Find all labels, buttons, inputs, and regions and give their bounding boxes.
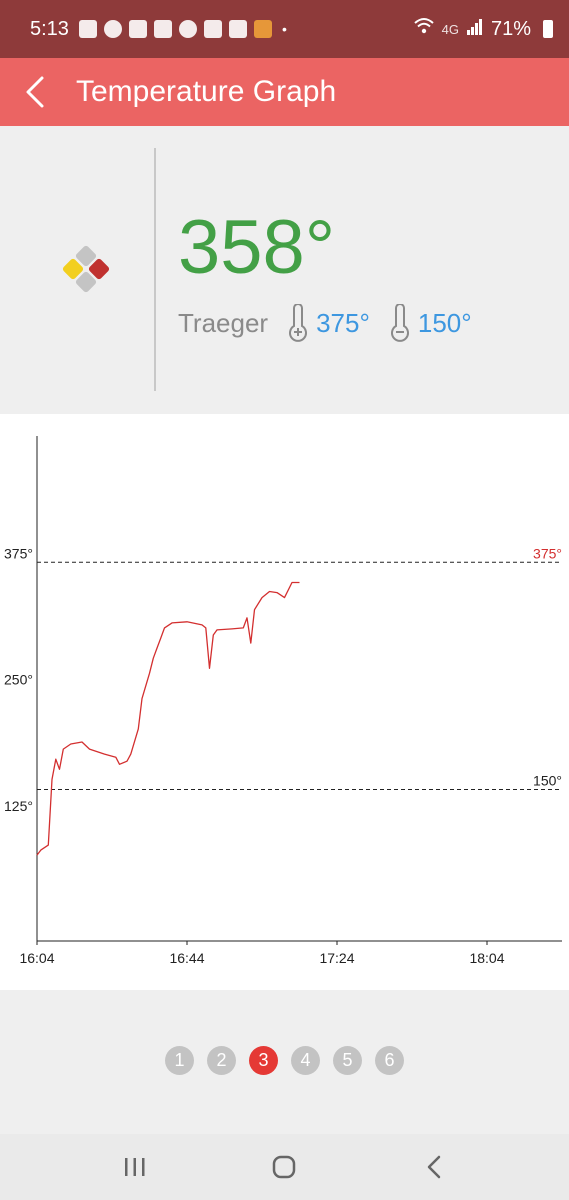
status-right: 4G 71% <box>413 17 553 41</box>
x-tick-label: 16:44 <box>169 950 204 966</box>
system-nav-bar <box>0 1134 569 1200</box>
probe-info-row: Traeger 375° 150° <box>178 300 490 346</box>
status-time: 5:13 <box>30 17 69 40</box>
t-app-icon <box>153 20 172 38</box>
header-divider <box>154 148 156 391</box>
page-indicator: 123456 <box>0 1046 569 1078</box>
back-arrow-icon <box>427 1155 441 1179</box>
low-target-temp[interactable]: 150° <box>418 308 472 339</box>
app-bar: Temperature Graph <box>0 58 569 126</box>
imdb-icon <box>203 20 222 38</box>
recent-apps-button[interactable] <box>105 1142 165 1192</box>
recent-apps-icon <box>124 1158 145 1176</box>
low-limit-label: 150° <box>533 773 562 789</box>
page-dot-1[interactable]: 1 <box>165 1046 194 1075</box>
x-tick-label: 18:04 <box>469 950 504 966</box>
x-tick-label: 16:04 <box>19 950 54 966</box>
notification-icons <box>78 20 272 38</box>
grill-icon <box>128 20 147 38</box>
venmo-icon <box>228 20 247 38</box>
home-button[interactable] <box>254 1142 314 1192</box>
signal-icon <box>466 18 483 41</box>
page-dot-6[interactable]: 6 <box>375 1046 404 1075</box>
battery-icon <box>543 20 553 38</box>
page-dot-4[interactable]: 4 <box>291 1046 320 1075</box>
status-bar: 5:13 • 4G 71% <box>0 0 569 58</box>
high-limit-label: 375° <box>533 545 562 561</box>
home-icon <box>273 1155 296 1179</box>
network-type: 4G <box>441 21 459 37</box>
battery-percent: 71% <box>490 17 531 40</box>
probe-name: Traeger <box>178 307 269 338</box>
y-tick-label: 375° <box>4 545 33 561</box>
chevron-left-icon <box>26 76 44 108</box>
map-pin-icon <box>178 20 197 38</box>
current-temperature: 358° <box>178 205 336 290</box>
page-dot-5[interactable]: 5 <box>333 1046 362 1075</box>
facebook-icon <box>103 20 122 38</box>
page-dot-2[interactable]: 2 <box>207 1046 236 1075</box>
y-tick-label: 250° <box>4 672 33 688</box>
system-back-button[interactable] <box>404 1142 464 1192</box>
bbq-app-icon <box>253 20 272 38</box>
probe-color-logo <box>62 245 110 293</box>
message-icon <box>78 20 97 38</box>
high-target-temp[interactable]: 375° <box>316 308 370 339</box>
chart-svg: 125° 250° 375° 16:04 16:44 17:24 18:04 375° 150° <box>4 436 562 966</box>
page-title: Temperature Graph <box>76 75 337 108</box>
wifi-icon <box>413 17 434 41</box>
temperature-chart: 125° 250° 375° 16:04 16:44 17:24 18:04 375° 150° <box>0 414 569 990</box>
y-tick-label: 125° <box>4 798 33 814</box>
back-button[interactable] <box>0 58 70 126</box>
temperature-series-line <box>36 581 300 856</box>
thermometer-high-icon <box>289 304 308 342</box>
x-tick-label: 17:24 <box>319 950 354 966</box>
thermometer-low-icon <box>390 304 409 342</box>
more-notifications-dot: • <box>281 21 287 37</box>
page-dot-3[interactable]: 3 <box>249 1046 278 1075</box>
